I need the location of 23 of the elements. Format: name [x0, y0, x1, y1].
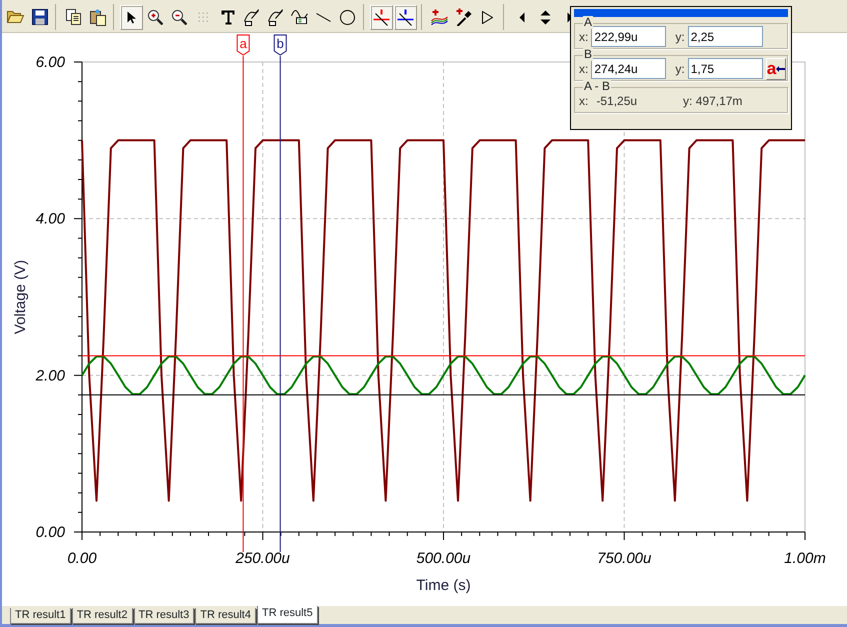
axis-label: y:: [675, 60, 685, 78]
axis-label: x:: [579, 28, 588, 46]
axis-label: y:: [675, 28, 685, 46]
y-tick-label: 6.00: [36, 54, 65, 71]
x-tick-label: 250.00u: [236, 550, 290, 567]
x-axis-title: Time (s): [416, 577, 471, 594]
axis-label: x:: [579, 60, 588, 78]
y-tick-label: 4.00: [36, 210, 65, 228]
y-tick-label: 0.00: [36, 524, 65, 541]
ref-line-label: b: [276, 36, 284, 51]
y-difference: y: 497,17m: [683, 92, 742, 110]
x-tick-label: 500.00u: [416, 550, 471, 567]
x-tick-label: 750.00u: [597, 550, 652, 567]
group-title: A - B: [583, 80, 612, 93]
x-difference: -51,25u: [596, 92, 638, 110]
x-tick-label: 1.00m: [784, 550, 826, 567]
x-tick-label: 0.00: [67, 550, 97, 567]
group-title: B: [583, 48, 594, 61]
group-title: A: [583, 16, 594, 29]
y-axis-title: Voltage (V): [12, 260, 29, 334]
y-tick-label: 2.00: [36, 367, 65, 384]
ref-line-label: a: [240, 36, 248, 51]
axis-label: x:: [579, 92, 588, 110]
